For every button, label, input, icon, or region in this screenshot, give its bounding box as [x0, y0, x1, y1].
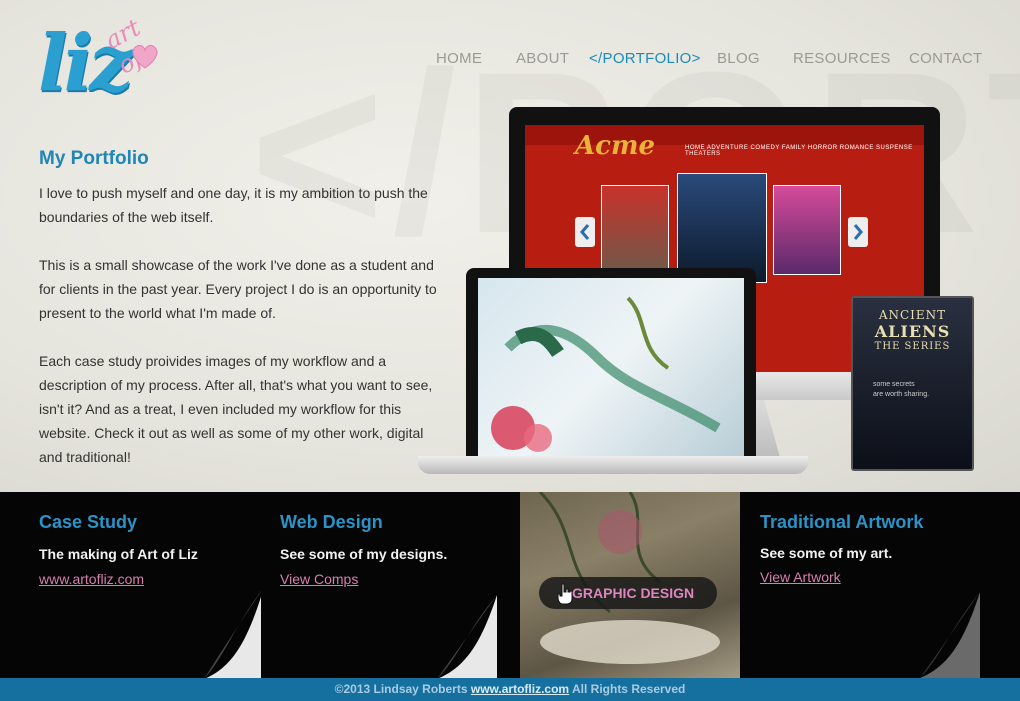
- intro-paragraph-2: This is a small showcase of the work I'v…: [39, 257, 437, 321]
- case-study-card: Case Study The making of Art of Liz www.…: [39, 492, 261, 678]
- dvd-case: ANCIENT ALIENS THE SERIES some secrets a…: [851, 296, 974, 471]
- chevron-left-icon[interactable]: [575, 217, 595, 247]
- poster-1: [601, 185, 669, 275]
- bird-artwork: [491, 296, 721, 452]
- nav-blog[interactable]: BLOG: [717, 50, 760, 67]
- poster-2: [677, 173, 767, 283]
- traditional-artwork-desc: See some of my art.: [760, 545, 893, 561]
- chevron-right-icon[interactable]: [848, 217, 868, 247]
- main-nav: HOME ABOUT </PORTFOLIO> BLOG RESOURCES C…: [0, 50, 1020, 72]
- intro-paragraph-1: I love to push myself and one day, it is…: [39, 185, 428, 225]
- laptop-base: [418, 456, 808, 474]
- page-curl-icon: [437, 595, 497, 678]
- footer-rights: All Rights Reserved: [571, 682, 686, 696]
- page-title: My Portfolio: [39, 148, 149, 169]
- page-curl-icon: [920, 592, 980, 678]
- traditional-artwork-title: Traditional Artwork: [760, 512, 924, 532]
- acme-logo: Acme: [575, 131, 656, 161]
- dvd-title-2: ALIENS: [874, 322, 951, 341]
- dvd-title-3: THE SERIES: [874, 341, 951, 352]
- web-design-title: Web Design: [280, 512, 383, 532]
- nav-about[interactable]: ABOUT: [516, 50, 569, 67]
- graphic-design-tile[interactable]: GRAPHIC DESIGN: [520, 492, 740, 678]
- hand-cursor-icon: [557, 583, 573, 605]
- intro-paragraph-3: Each case study proivides images of my w…: [39, 353, 433, 465]
- hero-section: </PORT liz art of HOME ABOUT </PORTFOLIO…: [0, 0, 1020, 492]
- nav-resources[interactable]: RESOURCES: [793, 50, 891, 67]
- case-study-link[interactable]: www.artofliz.com: [39, 571, 144, 587]
- traditional-artwork-link[interactable]: View Artwork: [760, 569, 841, 585]
- dvd-title-1: ANCIENT: [878, 308, 947, 322]
- dvd-tagline: some secrets are worth sharing.: [873, 381, 930, 398]
- laptop-screen-content: [478, 278, 744, 458]
- acme-menu: HOME ADVENTURE COMEDY FAMILY HORROR ROMA…: [685, 145, 913, 157]
- web-design-card: Web Design See some of my designs. View …: [280, 492, 497, 678]
- nav-portfolio[interactable]: </PORTFOLIO>: [589, 50, 701, 67]
- traditional-artwork-card: Traditional Artwork See some of my art. …: [760, 492, 980, 678]
- nav-home[interactable]: HOME: [436, 50, 482, 67]
- page-curl-icon: [204, 591, 261, 678]
- footer-copyright: ©2013 Lindsay Roberts: [334, 682, 468, 696]
- web-design-link[interactable]: View Comps: [280, 571, 358, 587]
- site-footer: ©2013 Lindsay Roberts www.artofliz.com A…: [0, 678, 1020, 701]
- feature-band: Case Study The making of Art of Liz www.…: [0, 492, 1020, 678]
- footer-link[interactable]: www.artofliz.com: [471, 682, 569, 696]
- laptop-mockup: [466, 268, 756, 458]
- poster-3: [773, 185, 841, 275]
- case-study-desc: The making of Art of Liz: [39, 546, 198, 562]
- graphic-design-label: GRAPHIC DESIGN: [572, 585, 695, 601]
- nav-contact[interactable]: CONTACT: [909, 50, 982, 67]
- case-study-title: Case Study: [39, 512, 138, 532]
- web-design-desc: See some of my designs.: [280, 546, 448, 562]
